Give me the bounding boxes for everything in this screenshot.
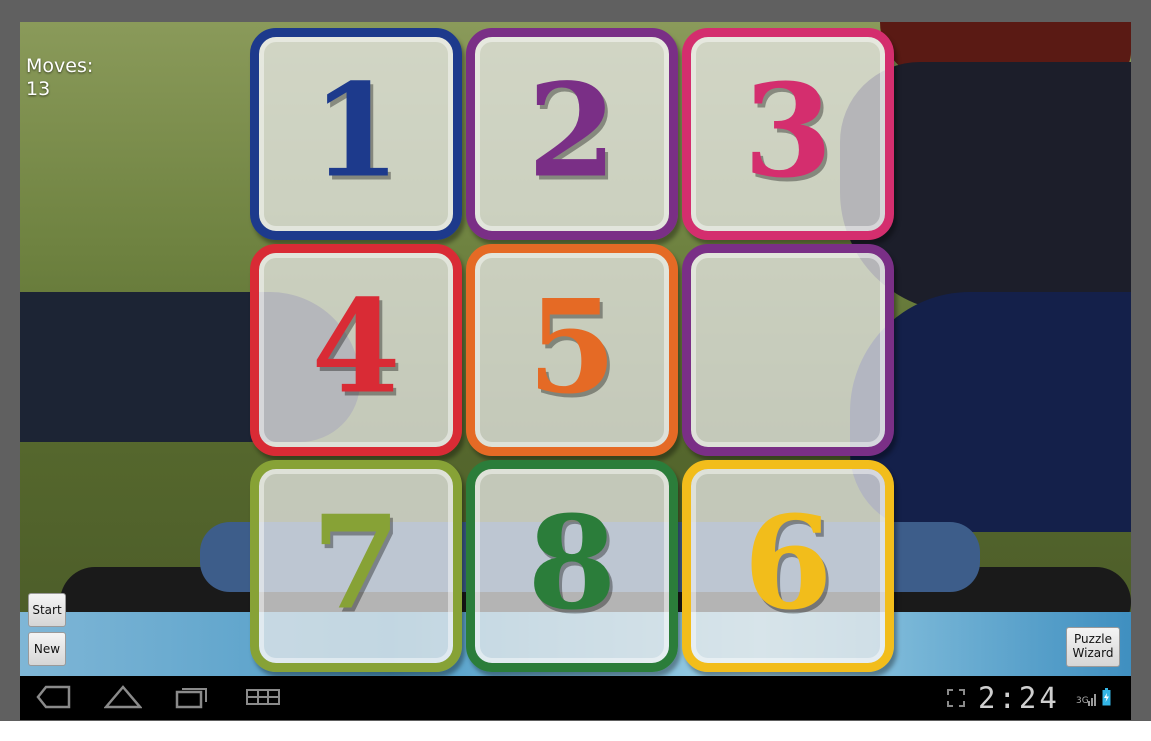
tile-number: 1 — [311, 56, 401, 207]
tile-number: 3 — [743, 56, 833, 207]
fullscreen-icon[interactable] — [946, 688, 966, 708]
puzzle-tile[interactable]: 1 — [250, 28, 462, 240]
tile-number: 4 — [311, 272, 401, 423]
puzzle-tile[interactable]: 3 — [682, 28, 894, 240]
puzzle-wizard-label-line2: Wizard — [1072, 646, 1114, 660]
tile-number: 5 — [527, 272, 617, 423]
puzzle-tile[interactable]: 6 — [682, 460, 894, 672]
system-navigation-bar: 2:24 3G — [20, 676, 1131, 720]
puzzle-tile[interactable]: 8 — [466, 460, 678, 672]
puzzle-tile[interactable]: 4 — [250, 244, 462, 456]
back-icon[interactable] — [36, 684, 72, 710]
moves-label: Moves: — [26, 55, 94, 77]
system-clock: 2:24 — [978, 681, 1060, 715]
recent-apps-icon[interactable] — [174, 684, 210, 710]
tile-number: 6 — [743, 488, 833, 639]
puzzle-tile[interactable] — [682, 244, 894, 456]
puzzle-tile[interactable]: 5 — [466, 244, 678, 456]
tile-number: 7 — [311, 488, 401, 639]
moves-counter: 13 — [26, 78, 51, 100]
network-type-label: 3G — [1076, 696, 1089, 706]
menu-grid-icon[interactable] — [245, 684, 281, 710]
puzzle-photo-background: Moves: 13 1 2 3 4 5 7 8 6 Start New Puzz… — [20, 22, 1131, 676]
puzzle-tile[interactable]: 2 — [466, 28, 678, 240]
home-icon[interactable] — [104, 684, 142, 710]
tile-number: 2 — [527, 56, 617, 207]
battery-icon — [1102, 688, 1111, 706]
device-screen: Moves: 13 1 2 3 4 5 7 8 6 Start New Puzz… — [20, 22, 1131, 720]
bottom-strip — [0, 721, 1151, 741]
tile-number: 8 — [527, 488, 617, 639]
puzzle-board: 1 2 3 4 5 7 8 6 — [250, 28, 898, 676]
puzzle-wizard-button[interactable]: Puzzle Wizard — [1066, 627, 1120, 667]
puzzle-wizard-label-line1: Puzzle — [1074, 632, 1112, 646]
puzzle-tile[interactable]: 7 — [250, 460, 462, 672]
start-button[interactable]: Start — [28, 593, 66, 627]
signal-icon — [1088, 694, 1096, 706]
new-button[interactable]: New — [28, 632, 66, 666]
